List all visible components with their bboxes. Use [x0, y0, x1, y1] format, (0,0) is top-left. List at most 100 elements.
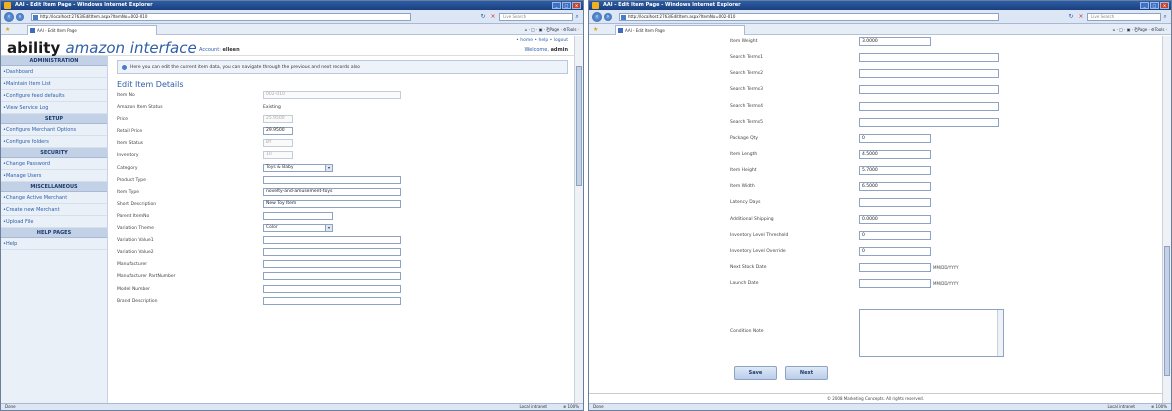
- sidebar-item-create-new-merchant[interactable]: Create new Merchant: [1, 204, 107, 216]
- browser-window-left: AAI - Edit Item Page - Windows Internet …: [0, 0, 584, 411]
- item-height-input[interactable]: 5.7000: [859, 166, 931, 176]
- favorites-star-icon[interactable]: ★: [593, 26, 598, 33]
- variation-value2-input[interactable]: [263, 248, 401, 257]
- sidebar-section-header: SECURITY: [1, 148, 107, 158]
- welcome-text: Welcome, admin: [524, 47, 569, 53]
- item-length-input[interactable]: 4.5000: [859, 149, 931, 159]
- sidebar-item-configure-merchant-options[interactable]: Configure Merchant Options: [1, 124, 107, 136]
- retail-price-input[interactable]: 29.9500: [263, 127, 293, 136]
- search-terms5-input[interactable]: [859, 117, 999, 127]
- sidebar-item-change-password[interactable]: Change Password: [1, 158, 107, 170]
- sidebar-item-manage-users[interactable]: Manage Users: [1, 170, 107, 182]
- minimize-button[interactable]: _: [1140, 2, 1149, 9]
- chevron-down-icon[interactable]: ▾: [325, 164, 332, 171]
- inventory-label: Inventory: [117, 153, 139, 159]
- item-height-label: Item Height: [730, 168, 757, 174]
- search-input[interactable]: Live Search: [499, 13, 573, 21]
- manufacturer-partnumber-input[interactable]: [263, 272, 401, 281]
- latency-days-input[interactable]: [859, 198, 931, 208]
- item-weight-input[interactable]: 3.0000: [859, 37, 931, 46]
- search-icon[interactable]: ⌕: [573, 13, 581, 21]
- form-row: Search Terms2: [589, 68, 1162, 84]
- date-format-hint: MM/DD/YYYY: [933, 281, 959, 287]
- maximize-button[interactable]: □: [1150, 2, 1159, 9]
- sidebar-item-dashboard[interactable]: Dashboard: [1, 66, 107, 78]
- short-description-input[interactable]: New Toy Item: [263, 199, 401, 208]
- refresh-icon[interactable]: ↻: [1067, 13, 1075, 21]
- variation-theme-label: Variation Theme: [117, 226, 154, 232]
- sidebar-item-maintain-item-list[interactable]: Maintain Item List: [1, 78, 107, 90]
- manufacturer-label: Manufacturer: [117, 262, 148, 268]
- main-panel: Here you can edit the current item data,…: [109, 56, 574, 403]
- category-select[interactable]: Toys & Baby ▾: [263, 163, 333, 172]
- command-bar[interactable]: ⌂ · □ · ▣ · ⎗Page · ⚙Tools ·: [1113, 26, 1167, 33]
- close-button[interactable]: ×: [572, 2, 581, 9]
- favorites-star-icon[interactable]: ★: [5, 26, 10, 33]
- item-type-input[interactable]: novelty-and-amusement-toys: [263, 187, 401, 196]
- search-terms4-input[interactable]: [859, 101, 999, 111]
- brand-description-input[interactable]: [263, 296, 401, 305]
- next-button[interactable]: Next: [785, 366, 828, 380]
- sidebar: ADMINISTRATIONDashboardMaintain Item Lis…: [1, 56, 108, 403]
- additional-shipping-label: Additional Shipping: [730, 216, 774, 222]
- forward-arrow-icon[interactable]: ›: [16, 13, 24, 21]
- maximize-button[interactable]: □: [562, 2, 571, 9]
- top-links[interactable]: • home • help • logout: [516, 38, 568, 43]
- sidebar-item-help[interactable]: Help: [1, 238, 107, 250]
- address-input[interactable]: http://localhost:2763/EditItem.aspx?Item…: [619, 13, 999, 21]
- additional-shipping-input[interactable]: 0.0000: [859, 214, 931, 224]
- manufacturer-input[interactable]: [263, 260, 401, 269]
- chevron-down-icon[interactable]: ▾: [325, 225, 332, 232]
- stop-icon[interactable]: ×: [1077, 13, 1085, 21]
- sidebar-item-view-service-log[interactable]: View Service Log: [1, 102, 107, 114]
- sidebar-item-configure-folders[interactable]: Configure folders: [1, 136, 107, 148]
- variation-value1-input[interactable]: [263, 236, 401, 245]
- launch-date-input[interactable]: [859, 279, 931, 289]
- search-terms3-input[interactable]: [859, 85, 999, 95]
- search-icon[interactable]: ⌕: [1161, 13, 1169, 21]
- form-row: Manufacturer: [117, 260, 574, 272]
- form-row: Category Toys & Baby ▾: [117, 163, 574, 176]
- tab-active[interactable]: AAI - Edit Item Page: [27, 25, 157, 35]
- vertical-scrollbar[interactable]: [1162, 36, 1171, 403]
- status-bar: Done Local intranet ⊕ 100%: [1, 403, 583, 410]
- form-row: Inventory Level Threshold 0: [589, 230, 1162, 246]
- sidebar-item-configure-feed-defaults[interactable]: Configure feed defaults: [1, 90, 107, 102]
- package-qty-input[interactable]: 0: [859, 133, 931, 143]
- item-width-input[interactable]: 6.5000: [859, 182, 931, 192]
- parent-itemno-input[interactable]: [263, 211, 333, 220]
- search-input[interactable]: Live Search: [1087, 13, 1161, 21]
- minimize-button[interactable]: _: [552, 2, 561, 9]
- refresh-icon[interactable]: ↻: [479, 13, 487, 21]
- brand-logo: ability amazon interface: [7, 39, 197, 57]
- sidebar-item-change-active-merchant[interactable]: Change Active Merchant: [1, 192, 107, 204]
- stop-icon[interactable]: ×: [489, 13, 497, 21]
- next-stock-date-input[interactable]: [859, 262, 931, 272]
- sidebar-item-upload-file[interactable]: Upload File: [1, 216, 107, 228]
- variation-theme-select[interactable]: Color ▾: [263, 224, 333, 233]
- vertical-scrollbar[interactable]: [574, 36, 583, 403]
- close-button[interactable]: ×: [1160, 2, 1169, 9]
- page-icon: [33, 15, 38, 20]
- back-arrow-icon[interactable]: ‹: [4, 12, 14, 22]
- model-number-label: Model Number: [117, 286, 151, 292]
- inventory-level-threshold-input[interactable]: 0: [859, 230, 931, 240]
- save-button[interactable]: Save: [734, 366, 777, 380]
- scrollbar-thumb[interactable]: [1164, 246, 1170, 376]
- form-row: Inventory Level Override 0: [589, 246, 1162, 262]
- address-input[interactable]: http://localhost:2763/EditItem.aspx?Item…: [31, 13, 411, 21]
- command-bar[interactable]: ⌂ · □ · ▣ · ⎗Page · ⚙Tools ·: [525, 26, 579, 33]
- model-number-input[interactable]: [263, 284, 401, 293]
- search-terms1-input[interactable]: [859, 53, 999, 63]
- tab-active[interactable]: AAI - Edit Item Page: [615, 25, 745, 35]
- form-row: Search Terms4: [589, 101, 1162, 117]
- textarea-scrollbar[interactable]: [997, 310, 1003, 356]
- back-arrow-icon[interactable]: ‹: [592, 12, 602, 22]
- search-terms2-input[interactable]: [859, 69, 999, 79]
- inventory-level-override-input[interactable]: 0: [859, 246, 931, 256]
- scrollbar-thumb[interactable]: [576, 66, 582, 186]
- forward-arrow-icon[interactable]: ›: [604, 13, 612, 21]
- item-status-label: Item Status: [117, 141, 144, 147]
- product-type-input[interactable]: [263, 175, 401, 184]
- condition-note-textarea[interactable]: [859, 309, 1004, 357]
